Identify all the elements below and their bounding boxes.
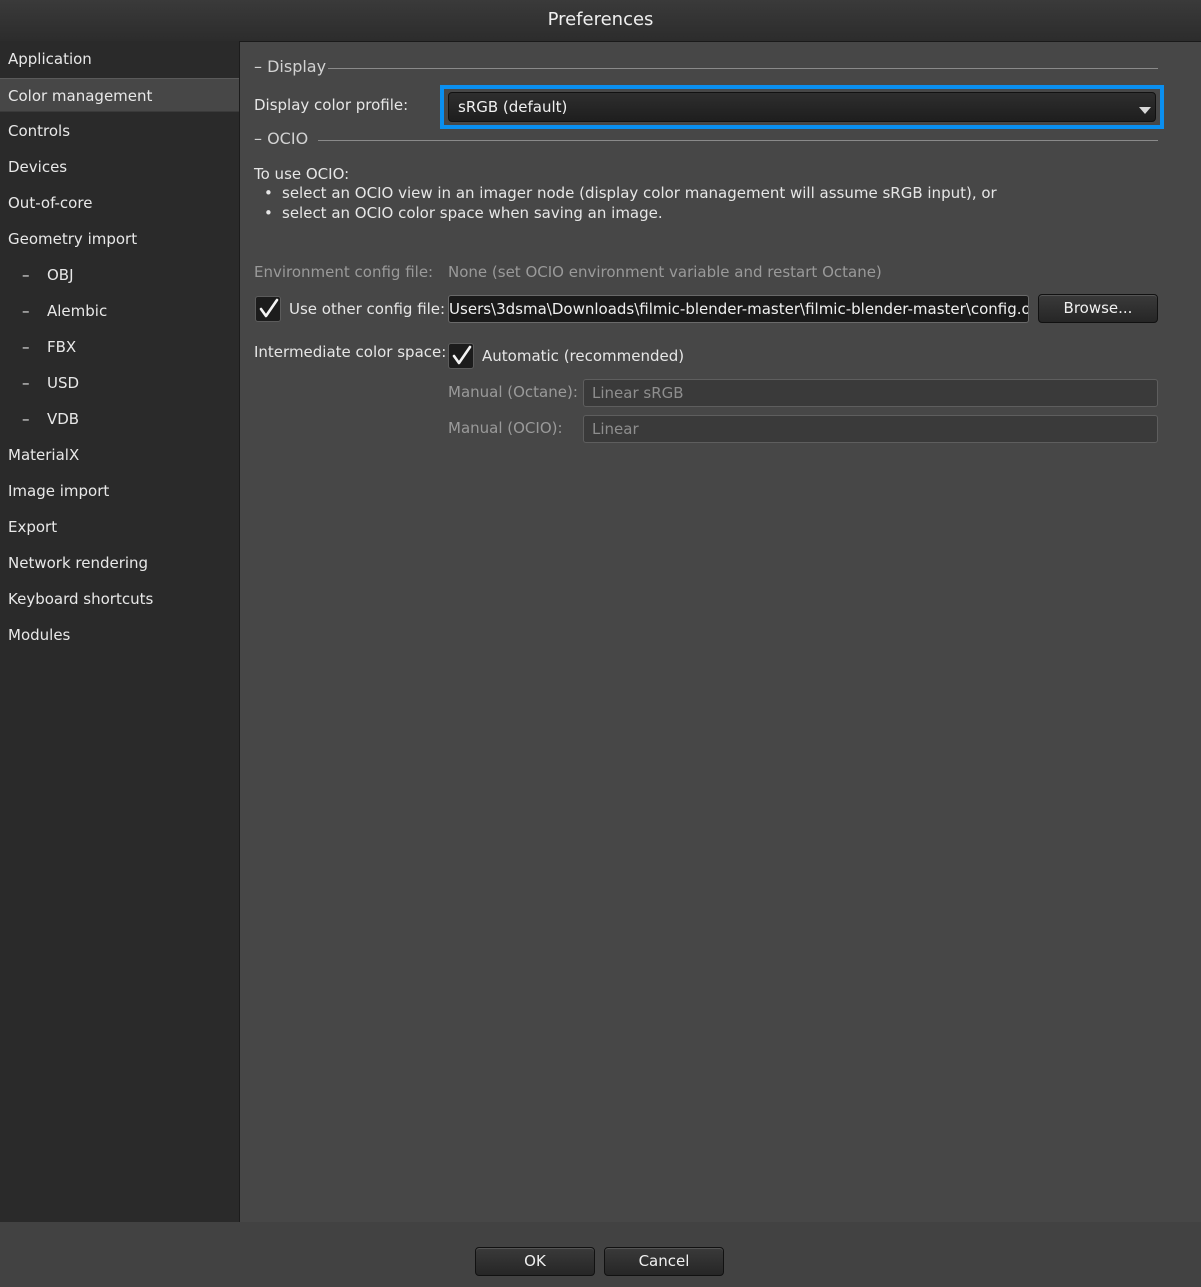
display-section-header: – Display [254, 57, 327, 76]
sub-item-dash: – [22, 338, 30, 356]
environment-config-label: Environment config file: [254, 263, 434, 281]
display-section-divider [328, 68, 1158, 69]
sidebar-item-controls[interactable]: Controls [0, 114, 239, 148]
manual-ocio-label: Manual (OCIO): [448, 419, 563, 437]
sidebar-item-network-rendering[interactable]: Network rendering [0, 546, 239, 580]
sidebar-item-label: VDB [47, 410, 80, 428]
sidebar-item-label: Alembic [47, 302, 108, 320]
ocio-section-divider [318, 140, 1158, 141]
checkmark-icon [452, 345, 472, 365]
automatic-checkbox[interactable] [448, 343, 474, 369]
sidebar-item-label: Modules [8, 626, 71, 644]
display-color-profile-label: Display color profile: [254, 96, 409, 114]
sidebar-item-materialx[interactable]: MaterialX [0, 438, 239, 472]
environment-config-value: None (set OCIO environment variable and … [448, 263, 882, 281]
sidebar-item-export[interactable]: Export [0, 510, 239, 544]
manual-ocio-field: Linear [583, 415, 1158, 443]
sidebar-item-geometry-import[interactable]: Geometry import [0, 222, 239, 256]
sidebar-item-label: OBJ [47, 266, 74, 284]
sidebar-item-label: Controls [8, 122, 71, 140]
preferences-window: Preferences Application Color management… [0, 0, 1201, 1287]
config-file-path-text: \Users\3dsma\Downloads\filmic-blender-ma… [448, 300, 1029, 318]
sidebar-item-keyboard-shortcuts[interactable]: Keyboard shortcuts [0, 582, 239, 616]
sidebar-item-label: Out-of-core [8, 194, 93, 212]
manual-octane-label: Manual (Octane): [448, 383, 578, 401]
dialog-footer [0, 1222, 1201, 1287]
manual-octane-field: Linear sRGB [583, 379, 1158, 407]
dropdown-arrow-icon [1139, 107, 1151, 114]
bullet-glyph: • [264, 184, 273, 202]
sidebar-item-label: Devices [8, 158, 68, 176]
sidebar-item-fbx[interactable]: – FBX [0, 330, 239, 364]
sidebar-item-label: Image import [8, 482, 110, 500]
ocio-bullet-1: • select an OCIO view in an imager node … [264, 183, 997, 203]
config-file-path-input[interactable]: \Users\3dsma\Downloads\filmic-blender-ma… [448, 295, 1029, 323]
window-title: Preferences [547, 9, 654, 30]
ocio-intro-text: To use OCIO: [254, 165, 350, 183]
sidebar-item-image-import[interactable]: Image import [0, 474, 239, 508]
use-other-config-label: Use other config file: [289, 300, 446, 318]
preferences-sidebar: Application Color management Controls De… [0, 41, 240, 1222]
sidebar-item-alembic[interactable]: – Alembic [0, 294, 239, 328]
sidebar-item-label: USD [47, 374, 80, 392]
sidebar-item-label: MaterialX [8, 446, 80, 464]
title-bar[interactable]: Preferences [0, 0, 1201, 42]
sidebar-item-obj[interactable]: – OBJ [0, 258, 239, 292]
sidebar-item-label: Keyboard shortcuts [8, 590, 154, 608]
sub-item-dash: – [22, 410, 30, 428]
sub-item-dash: – [22, 302, 30, 320]
sidebar-item-application[interactable]: Application [0, 42, 239, 76]
sidebar-item-color-management[interactable]: Color management [0, 78, 239, 112]
ok-button[interactable]: OK [475, 1247, 595, 1276]
display-color-profile-focus-ring: sRGB (default) [440, 85, 1164, 129]
sub-item-dash: – [22, 374, 30, 392]
sidebar-item-label: Application [8, 50, 92, 68]
sidebar-item-vdb[interactable]: – VDB [0, 402, 239, 436]
bullet-text: select an OCIO color space when saving a… [282, 204, 663, 222]
sidebar-item-label: Color management [8, 87, 153, 105]
ocio-section-header: – OCIO [254, 129, 309, 148]
sidebar-item-label: FBX [47, 338, 77, 356]
automatic-label: Automatic (recommended) [482, 347, 685, 365]
sidebar-item-usd[interactable]: – USD [0, 366, 239, 400]
browse-button[interactable]: Browse... [1038, 294, 1158, 323]
sidebar-item-modules[interactable]: Modules [0, 618, 239, 652]
sidebar-item-devices[interactable]: Devices [0, 150, 239, 184]
intermediate-color-space-label: Intermediate color space: [254, 343, 447, 361]
sidebar-item-out-of-core[interactable]: Out-of-core [0, 186, 239, 220]
bullet-text: select an OCIO view in an imager node (d… [282, 184, 997, 202]
bullet-glyph: • [264, 204, 273, 222]
sub-item-dash: – [22, 266, 30, 284]
sidebar-item-label: Export [8, 518, 58, 536]
sidebar-item-label: Network rendering [8, 554, 149, 572]
checkmark-icon [259, 298, 279, 318]
display-color-profile-dropdown[interactable]: sRGB (default) [448, 92, 1156, 122]
ocio-bullet-2: • select an OCIO color space when saving… [264, 203, 663, 223]
dropdown-selected-value: sRGB (default) [458, 98, 568, 116]
cancel-button[interactable]: Cancel [604, 1247, 724, 1276]
use-other-config-checkbox[interactable] [255, 296, 281, 322]
sidebar-item-label: Geometry import [8, 230, 138, 248]
